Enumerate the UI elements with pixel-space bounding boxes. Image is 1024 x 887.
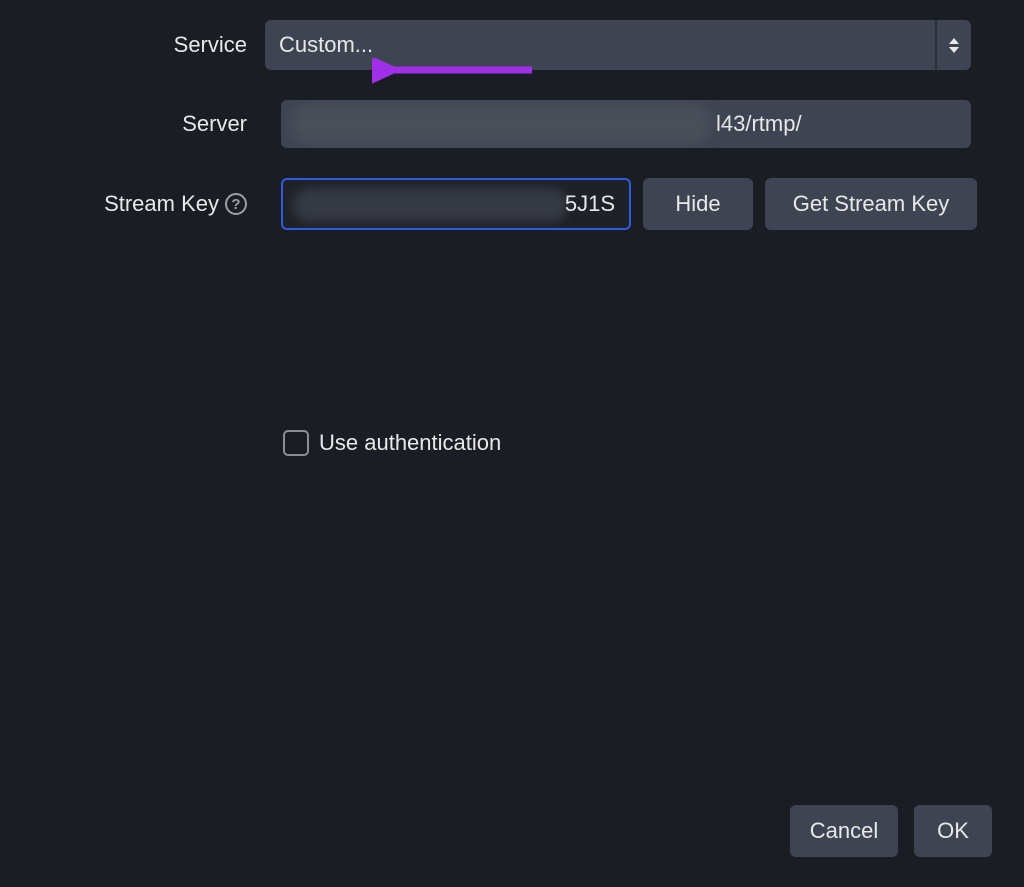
ok-button[interactable]: OK	[914, 805, 992, 857]
server-label: Server	[0, 111, 265, 137]
updown-icon	[937, 20, 971, 70]
help-icon[interactable]: ?	[225, 193, 247, 215]
service-label: Service	[0, 32, 265, 58]
hide-button[interactable]: Hide	[643, 178, 753, 230]
use-authentication-checkbox[interactable]	[283, 430, 309, 456]
redacted-blur	[293, 188, 568, 222]
service-selected-value: Custom...	[279, 32, 373, 58]
server-value-tail: l43/rtmp/	[716, 111, 802, 137]
stream-key-input[interactable]: 5J1S	[281, 178, 631, 230]
stream-key-value-tail: 5J1S	[565, 191, 615, 217]
redacted-blur	[291, 104, 711, 144]
cancel-button[interactable]: Cancel	[790, 805, 898, 857]
use-authentication-label: Use authentication	[319, 430, 501, 456]
get-stream-key-button[interactable]: Get Stream Key	[765, 178, 977, 230]
service-dropdown[interactable]: Custom...	[265, 20, 971, 70]
stream-key-label: Stream Key ?	[0, 191, 265, 217]
server-input[interactable]: l43/rtmp/	[281, 100, 971, 148]
